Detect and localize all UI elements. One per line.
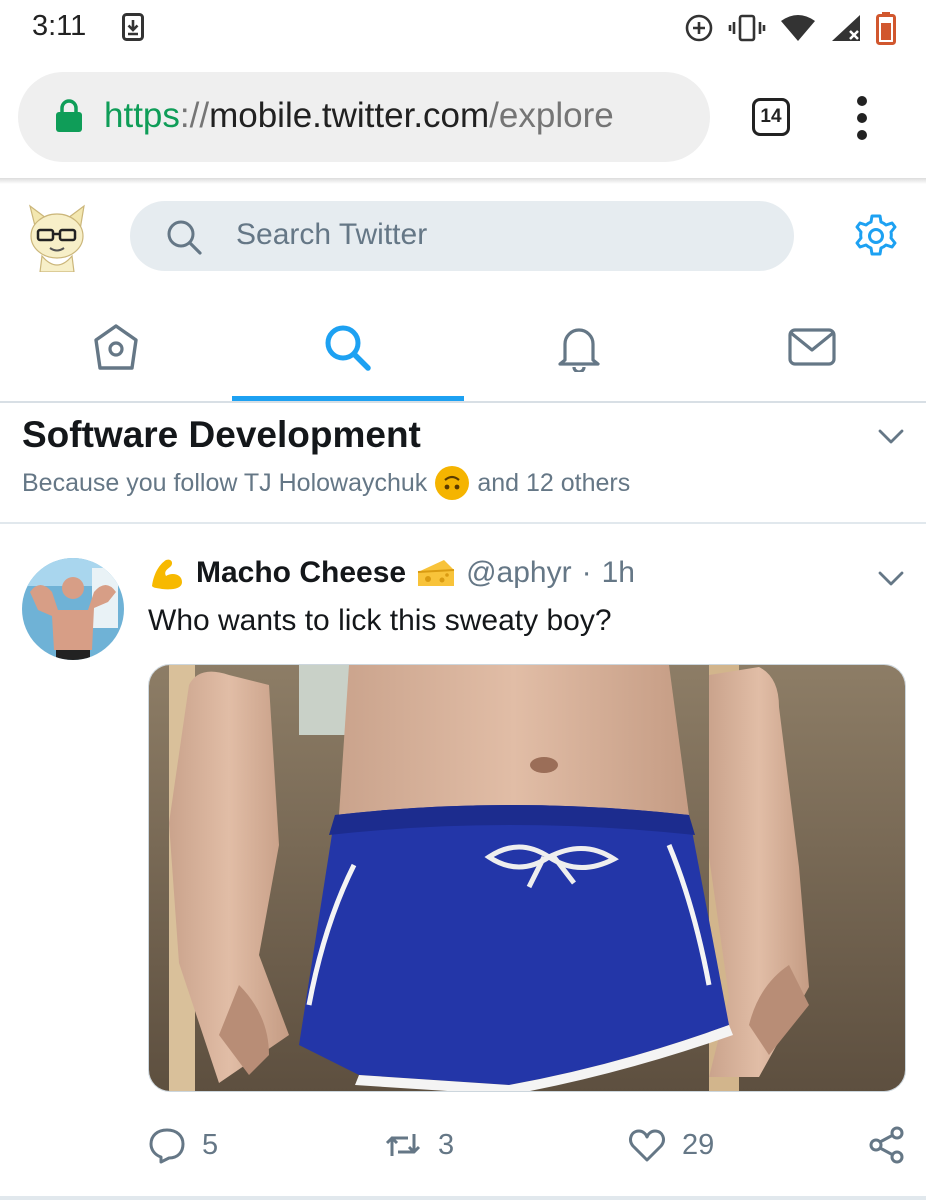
topic-subtitle-suffix: and 12 others [477,468,631,497]
data-saver-icon [685,14,713,42]
vibrate-icon [728,14,766,42]
like-count: 29 [682,1128,715,1161]
reply-button[interactable]: 5 [148,1126,218,1164]
browser-menu-icon[interactable] [852,96,872,140]
share-button[interactable] [868,1126,906,1164]
nav-home-icon[interactable] [91,322,141,372]
url-separator: :// [179,96,210,135]
download-notification-icon [122,13,144,41]
topic-title[interactable]: Software Development [22,414,421,456]
divider [0,1196,926,1200]
like-button[interactable]: 29 [628,1126,714,1164]
url-scheme: https [104,96,180,135]
tweet-media-image[interactable] [148,664,906,1092]
battery-low-icon [876,12,896,45]
tweet-author-handle[interactable]: @aphyr [466,556,572,590]
tweet-author-name[interactable]: Macho Cheese [196,556,406,590]
nav-messages-icon[interactable] [787,322,837,372]
retweet-button[interactable]: 3 [384,1126,454,1164]
tweet-header: Macho Cheese @aphyr · 1h [148,554,635,592]
profile-avatar[interactable] [22,200,92,273]
upside-down-face-icon [435,466,470,500]
retweet-icon [385,1134,421,1156]
divider [0,522,926,524]
tweet-separator: · [581,556,592,589]
tweet-text: Who wants to lick this sweaty boy? [148,604,612,637]
chevron-down-icon[interactable] [876,424,906,448]
chevron-down-icon[interactable] [876,566,906,590]
toolbar-shadow [0,178,926,184]
reply-icon [149,1128,185,1164]
retweet-count: 3 [438,1128,455,1161]
tweet-timestamp[interactable]: 1h [602,556,635,590]
flexed-biceps-icon [152,559,182,590]
nav-notifications-icon[interactable] [554,322,604,374]
share-icon [869,1126,904,1164]
divider [0,401,926,403]
reply-count: 5 [202,1128,219,1161]
topic-subtitle-prefix: Because you follow TJ Holowaychuk [22,468,428,497]
cheese-icon [418,560,455,586]
search-icon [164,217,204,257]
url-text[interactable]: https://mobile.twitter.com/explore [104,96,614,136]
url-host: mobile.twitter.com [209,96,490,135]
tweet-avatar[interactable] [22,558,124,660]
cell-signal-icon [832,15,860,41]
tab-switcher-button[interactable]: 14 [752,98,790,136]
status-icons [684,8,896,48]
search-input[interactable] [130,201,794,271]
url-path: /explore [489,96,614,135]
gear-icon[interactable] [852,212,900,260]
wifi-icon [781,15,815,41]
search-placeholder: Search Twitter [236,218,428,251]
lock-icon [56,98,82,132]
heart-icon [629,1129,665,1162]
topic-subtitle: Because you follow TJ Holowaychuk and 12… [22,466,630,500]
status-time: 3:11 [32,10,87,42]
nav-search-icon[interactable] [322,322,372,372]
